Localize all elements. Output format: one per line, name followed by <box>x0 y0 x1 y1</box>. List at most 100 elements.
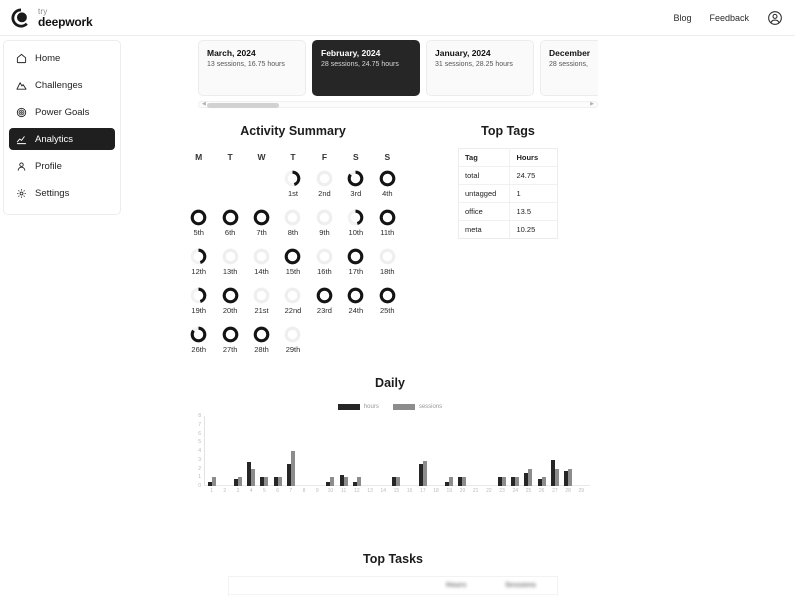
legend-item[interactable]: hours <box>337 404 379 410</box>
activity-ring-icon <box>284 326 301 343</box>
bar-group[interactable] <box>231 416 244 486</box>
day-of-week-label: S <box>353 152 359 162</box>
bar-group[interactable] <box>561 416 574 486</box>
bar-sessions <box>356 477 361 486</box>
activity-day-cell[interactable]: 2nd <box>309 170 340 209</box>
chart-legend: hours sessions <box>190 404 590 410</box>
bar-group[interactable] <box>548 416 561 486</box>
bar-group[interactable] <box>522 416 535 486</box>
activity-day-cell[interactable]: 10th <box>340 209 371 248</box>
activity-day-cell[interactable]: 14th <box>246 248 277 287</box>
legend-item[interactable]: sessions <box>392 404 442 410</box>
bar-group[interactable] <box>495 416 508 486</box>
month-card[interactable]: February, 2024 28 sessions, 24.75 hours <box>312 40 420 96</box>
activity-day-cell[interactable]: 27th <box>214 326 245 365</box>
bar-group[interactable] <box>205 416 218 486</box>
bar-group[interactable] <box>337 416 350 486</box>
table-row[interactable]: meta 10.25 <box>458 220 558 239</box>
bar-group[interactable] <box>245 416 258 486</box>
activity-day-cell[interactable]: 28th <box>246 326 277 365</box>
bar-group[interactable] <box>350 416 363 486</box>
bar-group[interactable] <box>218 416 231 486</box>
bar-group[interactable] <box>535 416 548 486</box>
bar-group[interactable] <box>456 416 469 486</box>
brand-logo[interactable]: try deepwork <box>10 7 93 29</box>
legend-label: hours <box>363 404 379 410</box>
x-axis-tick-label: 14 <box>380 488 387 494</box>
bar-group[interactable] <box>482 416 495 486</box>
table-row[interactable]: office 13.5 <box>458 202 558 221</box>
activity-day-cell[interactable]: 4th <box>372 170 403 209</box>
x-axis-tick-label: 16 <box>406 488 413 494</box>
sidebar-item-analytics[interactable]: Analytics <box>9 128 115 150</box>
activity-day-cell[interactable]: 17th <box>340 248 371 287</box>
activity-day-cell[interactable]: 6th <box>214 209 245 248</box>
month-card[interactable]: January, 2024 31 sessions, 28.25 hours <box>426 40 534 96</box>
bar-group[interactable] <box>390 416 403 486</box>
month-cards-scrollbar[interactable]: ◀ ▶ <box>198 101 598 108</box>
activity-day-cell[interactable]: 29th <box>277 326 308 365</box>
activity-day-cell[interactable]: 3rd <box>340 170 371 209</box>
sidebar-item-power-goals[interactable]: Power Goals <box>9 101 115 123</box>
activity-day-cell[interactable]: 9th <box>309 209 340 248</box>
activity-ring-icon <box>379 209 396 226</box>
activity-day-cell[interactable]: 18th <box>372 248 403 287</box>
month-card-subtitle: 28 sessions, <box>549 61 588 68</box>
bar-group[interactable] <box>509 416 522 486</box>
bar-sessions <box>211 477 216 486</box>
sidebar-item-challenges[interactable]: Challenges <box>9 74 115 96</box>
nav-link-blog[interactable]: Blog <box>673 13 691 23</box>
bar-group[interactable] <box>377 416 390 486</box>
activity-day-cell[interactable]: 19th <box>183 287 214 326</box>
sidebar-item-home[interactable]: Home <box>9 47 115 69</box>
bar-group[interactable] <box>443 416 456 486</box>
table-row[interactable]: total 24.75 <box>458 166 558 185</box>
activity-day-cell[interactable]: 1st <box>277 170 308 209</box>
activity-day-cell[interactable]: 21st <box>246 287 277 326</box>
activity-day-cell[interactable]: 7th <box>246 209 277 248</box>
activity-day-cell[interactable]: 23rd <box>309 287 340 326</box>
bar-group[interactable] <box>284 416 297 486</box>
month-card[interactable]: March, 2024 13 sessions, 16.75 hours <box>198 40 306 96</box>
day-of-week-label: S <box>384 152 391 162</box>
top-navigation: Blog Feedback <box>673 10 783 26</box>
bar-group[interactable] <box>469 416 482 486</box>
chevron-left-icon[interactable]: ◀ <box>202 102 206 107</box>
activity-day-cell[interactable]: 16th <box>309 248 340 287</box>
bar-group[interactable] <box>429 416 442 486</box>
bar-group[interactable] <box>271 416 284 486</box>
month-card[interactable]: December 28 sessions, <box>540 40 598 96</box>
top-tags-title: Top Tags <box>481 124 535 138</box>
activity-day-cell[interactable]: 26th <box>183 326 214 365</box>
bar-group[interactable] <box>416 416 429 486</box>
y-axis-tick-label: 7 <box>198 421 201 428</box>
activity-day-cell[interactable]: 22nd <box>277 287 308 326</box>
chevron-right-icon[interactable]: ▶ <box>590 102 594 107</box>
sidebar-item-profile[interactable]: Profile <box>9 155 115 177</box>
activity-day-cell[interactable]: 11th <box>372 209 403 248</box>
nav-link-feedback[interactable]: Feedback <box>709 13 749 23</box>
activity-day-cell[interactable]: 15th <box>277 248 308 287</box>
bar-group[interactable] <box>258 416 271 486</box>
bar-group[interactable] <box>575 416 588 486</box>
bar-group[interactable] <box>363 416 376 486</box>
activity-day-cell[interactable]: 13th <box>214 248 245 287</box>
sparkline-chart <box>435 76 534 90</box>
bar-group[interactable] <box>297 416 310 486</box>
sidebar-item-settings[interactable]: Settings <box>9 182 115 204</box>
activity-day-cell[interactable]: 8th <box>277 209 308 248</box>
activity-day-cell[interactable]: 24th <box>340 287 371 326</box>
home-icon <box>16 53 27 64</box>
bar-group[interactable] <box>324 416 337 486</box>
bar-group[interactable] <box>311 416 324 486</box>
activity-day-cell[interactable]: 5th <box>183 209 214 248</box>
activity-day-cell[interactable]: 25th <box>372 287 403 326</box>
scrollbar-thumb[interactable] <box>207 103 279 108</box>
bar-group[interactable] <box>403 416 416 486</box>
month-cards-row[interactable]: March, 2024 13 sessions, 16.75 hours Febru… <box>198 40 598 96</box>
table-row[interactable]: untagged 1 <box>458 184 558 203</box>
activity-day-cell[interactable]: 12th <box>183 248 214 287</box>
account-circle-icon[interactable] <box>767 10 783 26</box>
activity-day-label: 26th <box>191 345 207 354</box>
activity-day-cell[interactable]: 20th <box>214 287 245 326</box>
